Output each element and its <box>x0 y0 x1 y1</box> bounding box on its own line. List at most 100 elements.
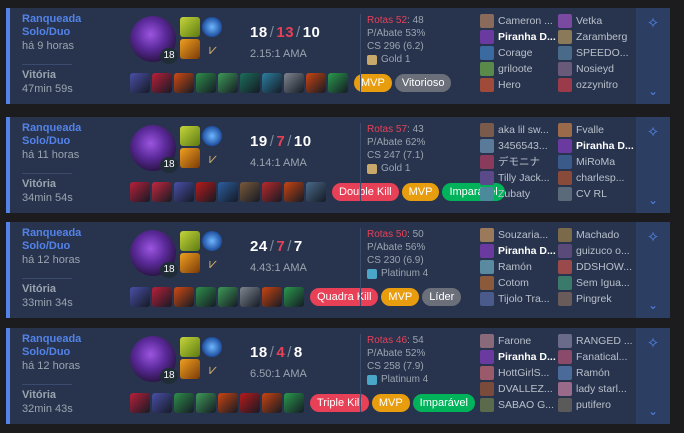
summoner-spell-icon[interactable] <box>180 359 200 379</box>
player-name[interactable]: Cameron ... <box>498 15 553 27</box>
player-row[interactable]: Cameron ... <box>480 13 560 29</box>
player-name[interactable]: Ramón <box>576 367 610 379</box>
champion-portrait[interactable]: 18 <box>130 16 178 64</box>
player-row[interactable]: Vetka <box>558 13 638 29</box>
item-icon[interactable] <box>196 182 216 202</box>
player-row[interactable]: Corage <box>480 45 560 61</box>
item-icon[interactable] <box>196 287 216 307</box>
keystone-rune-icon[interactable] <box>202 231 222 251</box>
keystone-rune-icon[interactable] <box>202 126 222 146</box>
ai-analysis-icon[interactable]: ✧ <box>644 335 662 353</box>
champion-portrait[interactable]: 18 <box>130 336 178 384</box>
item-icon[interactable] <box>284 73 304 93</box>
match-card[interactable]: Ranqueada Solo/Duo há 12 horas Vitória 33mi… <box>6 222 670 318</box>
keystone-rune-icon[interactable] <box>202 17 222 37</box>
summoner-spell-icon[interactable] <box>180 17 200 37</box>
player-name[interactable]: Machado <box>576 229 619 241</box>
match-card[interactable]: Ranqueada Solo/Duo há 9 horas Vitória 47min… <box>6 8 670 104</box>
player-name[interactable]: Tijolo Tra... <box>498 293 550 305</box>
ai-analysis-icon[interactable]: ✧ <box>644 15 662 33</box>
summoner-spell-icon[interactable] <box>180 253 200 273</box>
secondary-rune-icon[interactable]: ⩗ <box>205 255 221 271</box>
item-icon[interactable] <box>152 182 172 202</box>
player-row[interactable]: デモニナ <box>480 154 560 170</box>
item-icon[interactable] <box>174 287 194 307</box>
item-icon[interactable] <box>218 73 238 93</box>
player-row[interactable]: Pingrek <box>558 291 638 307</box>
player-row[interactable]: Hero <box>480 77 560 93</box>
player-row[interactable]: lady starl... <box>558 381 638 397</box>
summoner-spell-icon[interactable] <box>180 39 200 59</box>
item-icon[interactable] <box>218 287 238 307</box>
item-icon[interactable] <box>240 287 260 307</box>
item-icon[interactable] <box>284 393 304 413</box>
player-row[interactable]: CV RL <box>558 186 638 202</box>
player-name[interactable]: RANGED ... <box>576 335 633 347</box>
item-icon[interactable] <box>240 182 260 202</box>
item-icon[interactable] <box>262 393 282 413</box>
player-row[interactable]: DDSHOW... <box>558 259 638 275</box>
player-row[interactable]: Fvalle <box>558 122 638 138</box>
item-icon[interactable] <box>328 73 348 93</box>
player-row[interactable]: aka lil sw... <box>480 122 560 138</box>
item-icon[interactable] <box>152 393 172 413</box>
player-name[interactable]: Fvalle <box>576 124 604 136</box>
player-name[interactable]: Tilly Jack... <box>498 172 550 184</box>
item-icon[interactable] <box>262 73 282 93</box>
player-name[interactable]: guizuco o... <box>576 245 630 257</box>
player-name[interactable]: Sem Igua... <box>576 277 630 289</box>
player-name[interactable]: Zubaty <box>498 188 530 200</box>
player-row[interactable]: Zubaty <box>480 186 560 202</box>
player-row[interactable]: 3456543... <box>480 138 560 154</box>
player-name[interactable]: Fanatical... <box>576 351 627 363</box>
ai-analysis-icon[interactable]: ✧ <box>644 229 662 247</box>
champion-portrait[interactable]: 18 <box>130 230 178 278</box>
player-row[interactable]: Cotom <box>480 275 560 291</box>
chevron-down-icon[interactable]: ⌄ <box>646 298 660 312</box>
player-name[interactable]: Farone <box>498 335 531 347</box>
item-icon[interactable] <box>196 393 216 413</box>
player-name[interactable]: Zaramberg <box>576 31 627 43</box>
player-name[interactable]: Souzaria... <box>498 229 548 241</box>
item-icon[interactable] <box>240 73 260 93</box>
player-row[interactable]: Piranha D... <box>480 29 560 45</box>
player-row[interactable]: DVALLEZ... <box>480 381 560 397</box>
item-icon[interactable] <box>196 73 216 93</box>
item-icon[interactable] <box>174 182 194 202</box>
player-name[interactable]: デモニナ <box>498 156 540 168</box>
player-name[interactable]: SPEEDO... <box>576 47 629 59</box>
item-icon[interactable] <box>284 287 304 307</box>
player-row[interactable]: Fanatical... <box>558 349 638 365</box>
player-row[interactable]: Tijolo Tra... <box>480 291 560 307</box>
player-row[interactable]: Ramón <box>558 365 638 381</box>
player-row[interactable]: ozzynitro <box>558 77 638 93</box>
item-icon[interactable] <box>218 393 238 413</box>
player-row[interactable]: guizuco o... <box>558 243 638 259</box>
item-icon[interactable] <box>130 287 150 307</box>
player-name[interactable]: Cotom <box>498 277 529 289</box>
player-name[interactable]: griloote <box>498 63 532 75</box>
player-name[interactable]: Piranha D... <box>498 351 556 363</box>
player-row[interactable]: Zaramberg <box>558 29 638 45</box>
expand-panel[interactable]: ✧ ⌄ <box>636 222 670 318</box>
player-row[interactable]: Piranha D... <box>480 243 560 259</box>
player-name[interactable]: SABAO G... <box>498 399 554 411</box>
player-name[interactable]: Piranha D... <box>498 245 556 257</box>
player-name[interactable]: Piranha D... <box>498 31 556 43</box>
player-row[interactable]: Tilly Jack... <box>480 170 560 186</box>
secondary-rune-icon[interactable]: ⩗ <box>205 150 221 166</box>
player-row[interactable]: HottGirlS... <box>480 365 560 381</box>
player-row[interactable]: Sem Igua... <box>558 275 638 291</box>
chevron-down-icon[interactable]: ⌄ <box>646 193 660 207</box>
player-row[interactable]: SABAO G... <box>480 397 560 413</box>
expand-panel[interactable]: ✧ ⌄ <box>636 328 670 424</box>
secondary-rune-icon[interactable]: ⩗ <box>205 41 221 57</box>
player-name[interactable]: 3456543... <box>498 140 548 152</box>
player-row[interactable]: Farone <box>480 333 560 349</box>
item-icon[interactable] <box>130 182 150 202</box>
item-icon[interactable] <box>130 73 150 93</box>
player-name[interactable]: Pingrek <box>576 293 612 305</box>
summoner-spell-icon[interactable] <box>180 337 200 357</box>
item-icon[interactable] <box>284 182 304 202</box>
player-name[interactable]: Hero <box>498 79 521 91</box>
